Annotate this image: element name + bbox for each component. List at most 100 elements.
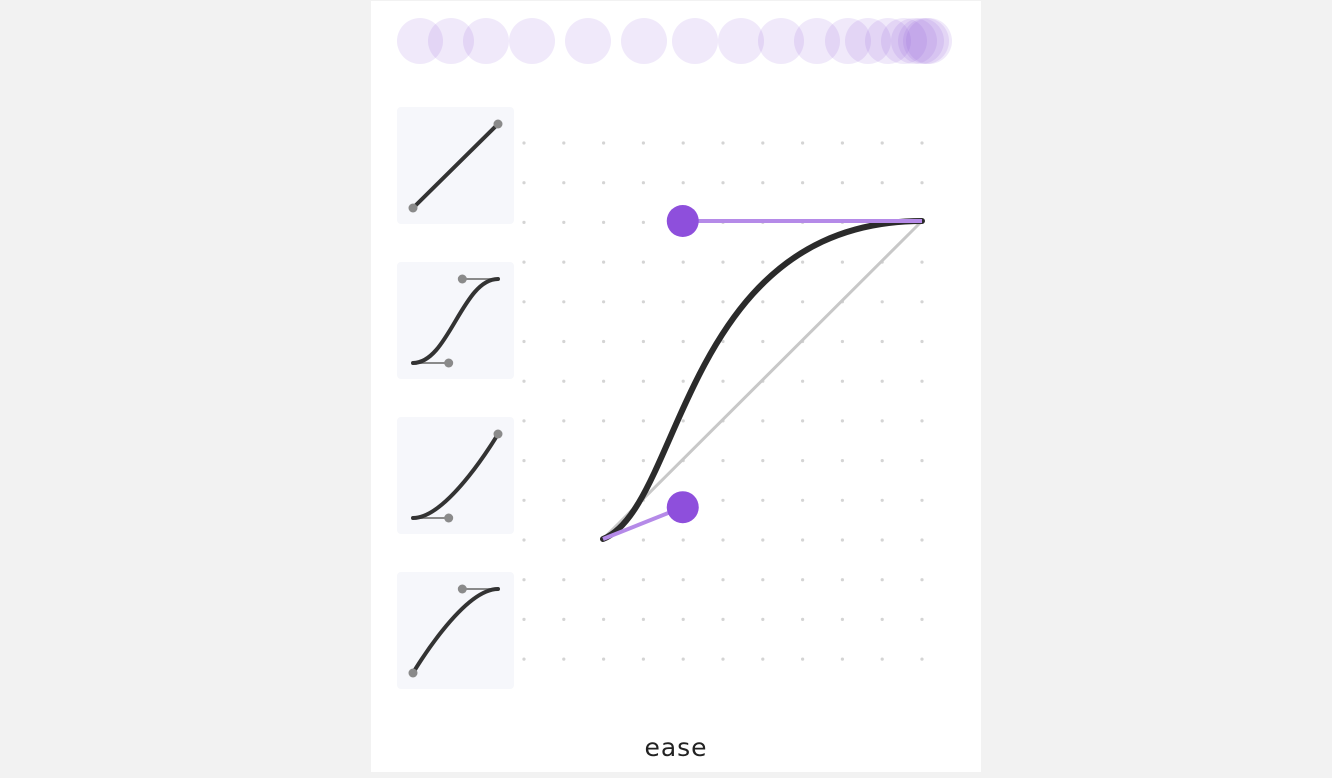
preset-point: [444, 358, 454, 368]
grid-dot: [522, 578, 526, 582]
grid-dot: [920, 300, 924, 304]
grid-dot: [840, 379, 844, 383]
grid-dot: [522, 459, 526, 463]
grid-dot: [880, 578, 884, 582]
grid-dot: [840, 578, 844, 582]
grid-dot: [920, 578, 924, 582]
grid-dot: [721, 459, 725, 463]
grid-dot: [641, 339, 645, 344]
preset-ease-out[interactable]: [397, 572, 514, 689]
preset-curve: [411, 587, 500, 675]
grid-dot: [880, 300, 884, 304]
grid-dot: [721, 300, 725, 304]
preset-linear[interactable]: [397, 107, 514, 224]
grid-dot: [681, 538, 685, 542]
grid-dot: [562, 181, 566, 185]
grid-dot: [721, 498, 725, 502]
grid-dot: [801, 578, 805, 582]
grid-dot: [562, 419, 566, 423]
grid-dot: [880, 419, 884, 423]
grid-dot: [681, 300, 685, 304]
grid-dot: [721, 617, 725, 622]
grid-dot: [562, 578, 566, 582]
control-handle-1[interactable]: [666, 491, 699, 524]
grid-dot: [681, 181, 685, 185]
preset-point: [457, 584, 467, 594]
grid-dot: [880, 498, 884, 502]
grid-dot: [562, 498, 566, 502]
grid-dot: [801, 459, 805, 463]
grid-dot: [602, 379, 606, 383]
grid-dot: [562, 141, 566, 145]
grid-dot: [920, 379, 924, 383]
grid-dot: [920, 339, 924, 344]
grid-dot: [920, 538, 924, 542]
grid-dot: [840, 141, 844, 145]
preset-curve: [411, 277, 500, 365]
grid-dot: [681, 339, 685, 344]
grid-dot: [562, 260, 566, 264]
grid-dot: [641, 141, 645, 145]
grid-dot: [641, 379, 645, 383]
grid-dot: [602, 181, 606, 185]
grid-dot: [801, 260, 805, 264]
grid-dot: [641, 220, 645, 224]
preset-thumbnail: [408, 119, 503, 213]
grid-dot: [681, 419, 685, 423]
grid-dot: [840, 617, 844, 622]
grid-dot: [920, 657, 924, 661]
grid-dot: [641, 300, 645, 304]
grid-dot: [681, 617, 685, 622]
grid-dot: [840, 260, 844, 264]
grid-dot: [721, 181, 725, 185]
grid-dot: [840, 419, 844, 423]
grid-dot: [681, 578, 685, 582]
grid-dot: [840, 657, 844, 661]
grid-dot: [522, 617, 526, 622]
grid-dot: [721, 538, 725, 542]
grid-dot: [602, 141, 606, 145]
grid-dot: [920, 141, 924, 145]
grid-dot: [880, 339, 884, 344]
grid-dot: [602, 617, 606, 622]
grid-dot: [641, 260, 645, 264]
preset-point: [408, 668, 418, 678]
grid-dot: [761, 260, 765, 264]
preset-point: [444, 513, 454, 523]
grid-dot: [801, 141, 805, 145]
grid-dot: [920, 419, 924, 423]
control-handle-2[interactable]: [666, 205, 699, 237]
grid-dot: [641, 459, 645, 463]
grid-dot: [761, 181, 765, 185]
grid-dot: [761, 141, 765, 145]
grid-dot: [920, 498, 924, 502]
preset-point: [457, 274, 467, 284]
grid-dot: [602, 220, 606, 224]
grid-dot: [681, 260, 685, 264]
grid-dot: [801, 300, 805, 304]
grid-dot: [522, 260, 526, 264]
grid-dot: [880, 379, 884, 383]
grid-dot: [602, 260, 606, 264]
preset-ease-in[interactable]: [397, 417, 514, 534]
grid-dot: [602, 657, 606, 661]
grid-dot: [641, 181, 645, 185]
grid-dot: [761, 657, 765, 661]
grid-dot: [602, 339, 606, 344]
grid-dot: [522, 657, 526, 661]
grid-dot: [522, 220, 526, 224]
preset-point: [493, 119, 503, 129]
preset-point: [408, 203, 418, 213]
curve-name-label: ease: [644, 733, 708, 762]
linear-reference-line: [601, 219, 924, 541]
preset-ease-in-out[interactable]: [397, 262, 514, 379]
grid-dot: [761, 538, 765, 542]
grid-dot: [562, 379, 566, 383]
grid-dot: [801, 181, 805, 185]
grid-dot: [761, 459, 765, 463]
grid-dot: [801, 538, 805, 542]
grid-dot: [721, 657, 725, 661]
preset-curve: [411, 122, 500, 210]
grid-dot: [602, 459, 606, 463]
grid-dot: [761, 578, 765, 582]
